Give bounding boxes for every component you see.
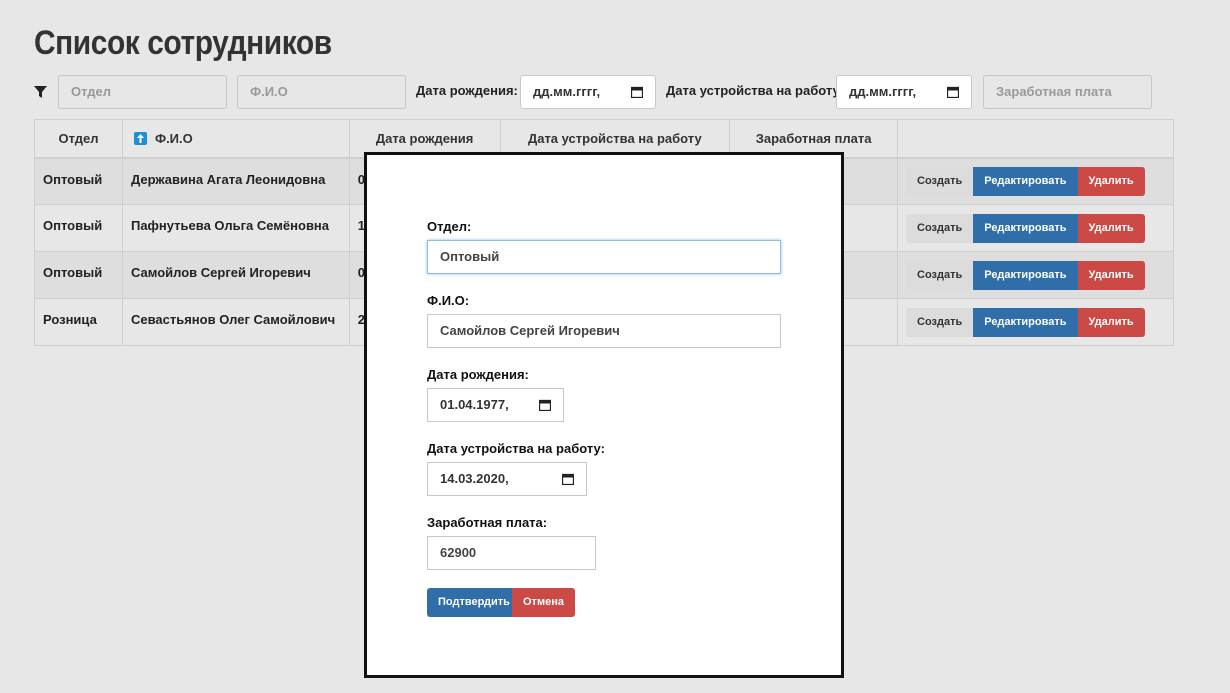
- header-name-label: Ф.И.О: [154, 130, 193, 146]
- modal-hire-date[interactable]: 14.03.2020,: [427, 462, 587, 496]
- cell-name: Пафнутьева Ольга Семёновна: [121, 204, 350, 252]
- name-filter-input[interactable]: Ф.И.О: [237, 75, 406, 109]
- modal-birth-label: Дата рождения:: [427, 367, 529, 382]
- header-department[interactable]: Отдел: [34, 119, 123, 159]
- department-filter-input[interactable]: Отдел: [58, 75, 227, 109]
- birth-filter-value: дд.мм.гггг,: [533, 84, 601, 99]
- cell-actions: Создать Редактировать Удалить: [897, 157, 1174, 205]
- cell-department: Розница: [34, 298, 123, 346]
- cell-name: Державина Агата Леонидовна: [121, 157, 350, 205]
- cell-actions: Создать Редактировать Удалить: [897, 204, 1174, 252]
- calendar-icon[interactable]: [539, 399, 551, 411]
- salary-filter-input[interactable]: Заработная плата: [983, 75, 1152, 109]
- calendar-icon[interactable]: [562, 473, 574, 485]
- cell-department: Оптовый: [34, 204, 123, 252]
- cell-department: Оптовый: [34, 251, 123, 299]
- create-button[interactable]: Создать: [906, 307, 974, 337]
- sort-up-icon[interactable]: [133, 131, 147, 145]
- modal-name-label: Ф.И.О:: [427, 293, 470, 308]
- edit-button[interactable]: Редактировать: [973, 307, 1078, 337]
- modal-salary-input[interactable]: 62900: [427, 536, 596, 570]
- delete-button[interactable]: Удалить: [1077, 166, 1145, 196]
- cell-department: Оптовый: [34, 157, 123, 205]
- create-button[interactable]: Создать: [906, 213, 974, 243]
- birth-filter-date[interactable]: дд.мм.гггг,: [520, 75, 656, 109]
- create-button[interactable]: Создать: [906, 260, 974, 290]
- edit-button[interactable]: Редактировать: [973, 213, 1078, 243]
- cell-name: Севастьянов Олег Самойлович: [121, 298, 350, 346]
- modal-department-input[interactable]: Оптовый: [427, 240, 781, 274]
- cell-actions: Создать Редактировать Удалить: [897, 251, 1174, 299]
- modal-birth-date[interactable]: 01.04.1977,: [427, 388, 564, 422]
- birth-filter-label: Дата рождения:: [416, 83, 518, 98]
- edit-button[interactable]: Редактировать: [973, 260, 1078, 290]
- delete-button[interactable]: Удалить: [1077, 260, 1145, 290]
- cell-name: Самойлов Сергей Игоревич: [121, 251, 350, 299]
- create-button[interactable]: Создать: [906, 166, 974, 196]
- header-actions: [897, 119, 1174, 159]
- modal-hire-value: 14.03.2020,: [440, 471, 509, 486]
- modal-name-input[interactable]: Самойлов Сергей Игоревич: [427, 314, 781, 348]
- modal-hire-label: Дата устройства на работу:: [427, 441, 605, 456]
- modal-birth-value: 01.04.1977,: [440, 397, 509, 412]
- hire-filter-value: дд.мм.гггг,: [849, 84, 917, 99]
- delete-button[interactable]: Удалить: [1077, 213, 1145, 243]
- hire-filter-date[interactable]: дд.мм.гггг,: [836, 75, 972, 109]
- cancel-button[interactable]: Отмена: [512, 588, 575, 617]
- filter-row: Отдел Ф.И.О Дата рождения: дд.мм.гггг, Д…: [34, 75, 1174, 109]
- calendar-icon[interactable]: [631, 86, 643, 98]
- page-title: Список сотрудников: [34, 24, 332, 62]
- filter-icon[interactable]: [34, 85, 48, 99]
- edit-employee-modal: Отдел: Оптовый Ф.И.О: Самойлов Сергей Иг…: [364, 152, 844, 678]
- hire-filter-label: Дата устройства на работу:: [666, 83, 844, 98]
- delete-button[interactable]: Удалить: [1077, 307, 1145, 337]
- header-name[interactable]: Ф.И.О: [121, 119, 350, 159]
- cell-actions: Создать Редактировать Удалить: [897, 298, 1174, 346]
- edit-button[interactable]: Редактировать: [973, 166, 1078, 196]
- modal-salary-label: Заработная плата:: [427, 515, 548, 530]
- calendar-icon[interactable]: [947, 86, 959, 98]
- confirm-button[interactable]: Подтвердить: [427, 588, 521, 617]
- modal-department-label: Отдел:: [427, 219, 472, 234]
